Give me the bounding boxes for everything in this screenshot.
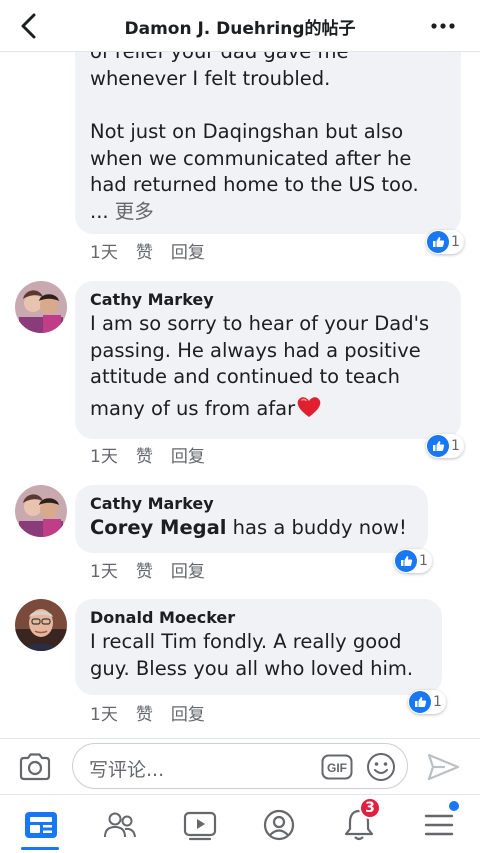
tab-watch[interactable] (180, 805, 220, 845)
reply-button[interactable]: 回复 (171, 557, 205, 582)
tab-menu[interactable] (419, 801, 459, 845)
tab-profile[interactable] (259, 805, 299, 845)
mentioned-user-link[interactable]: Corey Megal (90, 516, 226, 539)
comment-text: has a buddy now! (226, 516, 407, 539)
send-icon[interactable] (425, 751, 461, 783)
active-tab-indicator (21, 847, 59, 850)
comment-text-blank (90, 93, 419, 120)
comment-author[interactable]: Cathy Markey (90, 493, 414, 515)
comment-text-line: I am so sorry to hear of your Dad's (90, 312, 430, 335)
comment-text-line: I recall Tim fondly. A really good (90, 630, 402, 653)
see-more-link[interactable]: 更多 (115, 200, 154, 223)
reaction-count: 1 (451, 234, 460, 250)
top-bar: Damon J. Duehring的帖子 (0, 0, 480, 52)
reaction-summary[interactable]: 1 (426, 230, 464, 254)
ellipsis: ... (90, 199, 115, 223)
comment-actions: 1天 赞 回复 (90, 442, 205, 467)
comment-text-line: Not just on Daqingshan but also (90, 120, 404, 143)
comment-text-line: passing. He always had a positive (90, 338, 421, 362)
comment-time: 1天 (90, 243, 118, 263)
comment-time: 1天 (90, 562, 118, 582)
comment-text-line: many of us from afar (90, 396, 296, 420)
like-button[interactable]: 赞 (136, 442, 153, 467)
reaction-count: 1 (419, 553, 428, 569)
red-heart-icon (296, 395, 322, 427)
tab-friends[interactable] (100, 805, 140, 845)
reaction-summary[interactable]: 1 (394, 549, 432, 573)
comment-text-line: attitude and continued to teach (90, 365, 400, 388)
comment-bubble[interactable]: of relief your dad gave me whenever I fe… (75, 52, 461, 234)
avatar[interactable] (15, 281, 67, 333)
reply-button[interactable]: 回复 (171, 238, 205, 263)
comment-text-line: guy. Bless you all who loved him. (90, 656, 414, 680)
comment-bubble[interactable]: Cathy Markey Corey Megal has a buddy now… (75, 485, 428, 553)
comment-text-line: whenever I felt troubled. (90, 67, 331, 90)
emoji-icon[interactable] (365, 751, 397, 783)
tab-notifications[interactable]: 3 (339, 797, 381, 845)
comment-author[interactable]: Donald Moecker (90, 607, 428, 629)
comment-actions: 1天 赞 回复 (90, 557, 205, 582)
hamburger-menu-icon (424, 814, 454, 836)
comment-text-line: had returned home to the US too. (90, 173, 419, 196)
friends-icon (104, 812, 136, 838)
page-title: Damon J. Duehring的帖子 (124, 19, 356, 39)
comment-bubble[interactable]: Donald Moecker I recall Tim fondly. A re… (75, 599, 442, 695)
gif-label: GIF (327, 761, 347, 775)
like-reaction-icon (395, 550, 417, 572)
menu-notification-dot (449, 801, 459, 811)
comment-list: of relief your dad gave me whenever I fe… (0, 52, 480, 738)
comment-input-placeholder: 写评论... (89, 759, 165, 781)
reaction-summary[interactable]: 1 (426, 434, 464, 458)
profile-icon (263, 809, 295, 841)
watch-video-icon (183, 811, 217, 841)
gif-icon[interactable]: GIF (321, 753, 353, 781)
comment-actions: 1天 赞 回复 (90, 238, 205, 263)
comment-text-line: when we communicated after he (90, 146, 412, 170)
back-arrow-icon[interactable] (14, 10, 46, 42)
comment-bubble[interactable]: Cathy Markey I am so sorry to hear of yo… (75, 281, 461, 439)
reaction-count: 1 (451, 438, 460, 454)
comment-time: 1天 (90, 705, 118, 725)
like-button[interactable]: 赞 (136, 700, 153, 725)
like-reaction-icon (427, 435, 449, 457)
reaction-summary[interactable]: 1 (408, 690, 446, 714)
reply-button[interactable]: 回复 (171, 700, 205, 725)
comment-actions: 1天 赞 回复 (90, 700, 205, 725)
tab-news-feed[interactable] (21, 805, 61, 850)
reaction-count: 1 (433, 694, 442, 710)
reply-button[interactable]: 回复 (171, 442, 205, 467)
like-reaction-icon (427, 231, 449, 253)
bottom-tab-bar: 3 (0, 794, 480, 853)
notification-badge: 3 (359, 797, 381, 819)
like-button[interactable]: 赞 (136, 557, 153, 582)
camera-icon[interactable] (18, 751, 52, 783)
more-options-icon[interactable] (428, 12, 458, 40)
comment-time: 1天 (90, 447, 118, 467)
like-reaction-icon (409, 691, 431, 713)
news-feed-icon (25, 812, 57, 838)
comment-input[interactable]: 写评论... GIF (72, 743, 408, 789)
comment-author[interactable]: Cathy Markey (90, 289, 447, 311)
avatar[interactable] (15, 485, 67, 537)
comment-text-line: of relief your dad gave me (90, 52, 348, 66)
comment-composer: 写评论... GIF (0, 738, 480, 794)
avatar[interactable] (15, 599, 67, 651)
like-button[interactable]: 赞 (136, 238, 153, 263)
